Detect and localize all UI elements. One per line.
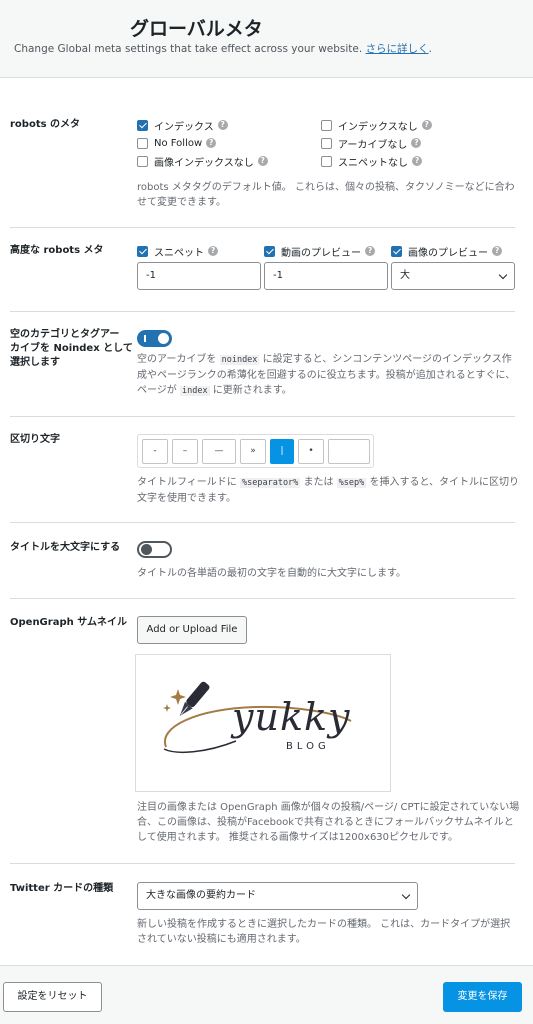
help-icon[interactable]: ? bbox=[492, 246, 502, 256]
capitalize-help: タイトルの各単語の最初の文字を自動的に大文字にします。 bbox=[137, 568, 406, 579]
divider bbox=[10, 311, 515, 312]
robots-meta-help: robots メタタグのデフォルト値。 これらは、個々の投稿、タクソノミーなどに… bbox=[137, 182, 515, 208]
separator-option-hyphen[interactable]: - bbox=[142, 439, 168, 464]
robots-nofollow-checkbox[interactable]: No Follow? bbox=[137, 136, 217, 150]
add-upload-file-button[interactable]: Add or Upload File bbox=[137, 616, 247, 644]
separator-help: タイトルフィールドに %separator% または %sep% を挿入すると、… bbox=[137, 477, 520, 504]
opengraph-label: OpenGraph サムネイル bbox=[10, 617, 128, 628]
logo-text: yukky bbox=[232, 695, 351, 739]
separator-label: 区切り文字 bbox=[10, 434, 60, 445]
divider bbox=[10, 522, 515, 523]
separator-option-raquo[interactable]: » bbox=[240, 439, 266, 464]
help-icon[interactable]: ? bbox=[365, 246, 375, 256]
noindex-empty-help: 空のアーカイブを noindex に設定すると、シンコンテンツページのインデック… bbox=[137, 354, 516, 396]
video-preview-input[interactable]: -1 bbox=[264, 262, 388, 290]
twitter-card-help: 新しい投稿を作成するときに選択したカードの種類。 これは、カードタイプが選択 さ… bbox=[137, 919, 511, 945]
snippet-length-input[interactable]: -1 bbox=[137, 262, 261, 290]
opengraph-help: 注目の画像または OpenGraph 画像が個々の投稿/ページ/ CPTに設定さ… bbox=[137, 802, 520, 843]
help-icon[interactable]: ? bbox=[412, 156, 422, 166]
separator-option-endash[interactable]: – bbox=[172, 439, 198, 464]
separator-option-bullet[interactable]: • bbox=[298, 439, 324, 464]
checkbox-check-icon bbox=[137, 119, 148, 131]
adv-video-preview-checkbox[interactable]: 動画のプレビュー? bbox=[264, 244, 375, 259]
advanced-robots-label: 高度な robots メタ bbox=[10, 245, 104, 256]
checkbox-check-icon bbox=[137, 245, 148, 257]
adv-snippet-checkbox[interactable]: スニペット? bbox=[137, 244, 218, 259]
description-text: Change Global meta settings that take ef… bbox=[14, 43, 363, 55]
divider bbox=[10, 416, 515, 417]
separator-option-pipe[interactable]: | bbox=[270, 439, 294, 464]
page-description: Change Global meta settings that take ef… bbox=[14, 43, 432, 55]
adv-image-preview-checkbox[interactable]: 画像のプレビュー? bbox=[391, 244, 502, 259]
footer-bar: 設定をリセット 変更を保存 bbox=[0, 965, 533, 1024]
checkbox-check-icon bbox=[391, 245, 402, 257]
chevron-down-icon bbox=[401, 890, 411, 900]
logo-subtext: BLOG bbox=[286, 741, 330, 752]
noindex-empty-toggle[interactable] bbox=[137, 330, 172, 347]
chevron-down-icon bbox=[498, 270, 508, 280]
help-icon[interactable]: ? bbox=[217, 120, 228, 130]
robots-noimageindex-checkbox[interactable]: 画像インデックスなし? bbox=[137, 154, 268, 169]
help-icon[interactable]: ? bbox=[257, 156, 268, 166]
help-icon[interactable]: ? bbox=[206, 138, 217, 148]
robots-meta-label: robots のメタ bbox=[10, 119, 81, 130]
separator-custom-input[interactable] bbox=[328, 439, 370, 464]
page-title: グローバルメタ bbox=[130, 18, 263, 40]
learn-more-link[interactable]: さらに詳しく bbox=[366, 43, 429, 55]
image-preview-select[interactable]: 大 bbox=[391, 262, 515, 290]
robots-noarchive-checkbox[interactable]: アーカイブなし? bbox=[321, 136, 422, 151]
help-icon[interactable]: ? bbox=[411, 138, 422, 148]
twitter-card-select[interactable]: 大きな画像の要約カード bbox=[137, 882, 418, 910]
divider bbox=[10, 227, 515, 228]
noindex-empty-label: 空のカテゴリとタグアー カイブを Noindex として 選択します bbox=[10, 329, 133, 368]
capitalize-toggle[interactable] bbox=[137, 541, 172, 558]
help-icon[interactable]: ? bbox=[421, 120, 432, 130]
opengraph-thumbnail: yukky BLOG bbox=[135, 654, 391, 792]
twitter-card-label: Twitter カードの種類 bbox=[10, 883, 114, 894]
robots-noindex-checkbox[interactable]: インデックスなし? bbox=[321, 118, 432, 133]
separator-group: - – — » | • bbox=[137, 434, 374, 468]
divider bbox=[10, 863, 515, 864]
checkbox-check-icon bbox=[264, 245, 275, 257]
reset-settings-button[interactable]: 設定をリセット bbox=[3, 982, 102, 1012]
divider bbox=[10, 598, 515, 599]
page-header: グローバルメタ Change Global meta settings that… bbox=[0, 0, 533, 78]
help-icon[interactable]: ? bbox=[208, 246, 218, 256]
capitalize-label: タイトルを大文字にする bbox=[10, 542, 121, 553]
robots-nosnippet-checkbox[interactable]: スニペットなし? bbox=[321, 154, 422, 169]
robots-index-checkbox[interactable]: インデックス? bbox=[137, 118, 228, 133]
save-changes-button[interactable]: 変更を保存 bbox=[443, 982, 522, 1012]
separator-option-emdash[interactable]: — bbox=[202, 439, 236, 464]
